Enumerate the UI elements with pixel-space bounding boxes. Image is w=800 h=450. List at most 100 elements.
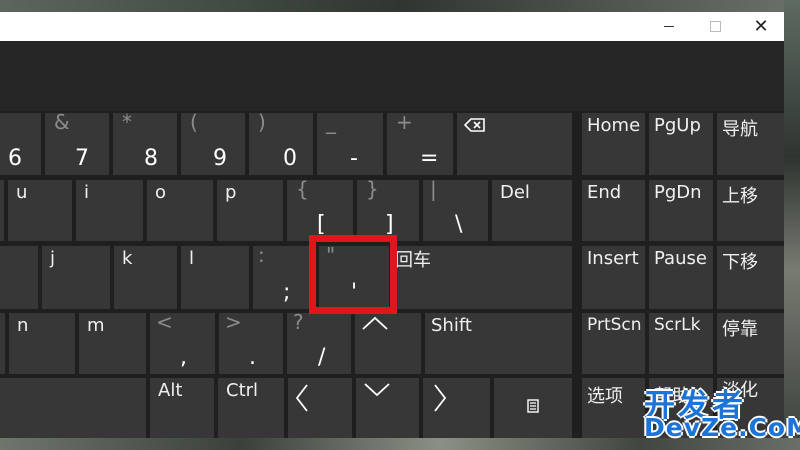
key-j-label: j xyxy=(50,248,56,269)
key-7-label: 7 xyxy=(75,146,89,171)
key-p-label: p xyxy=(225,182,237,203)
title-bar: ✕ xyxy=(0,12,784,41)
key-backslash[interactable]: | \ xyxy=(423,177,488,241)
key-period-shift-label: > xyxy=(225,310,242,334)
key-minus[interactable]: _ - xyxy=(317,110,383,175)
key-comma[interactable]: < , xyxy=(150,310,215,374)
key-right-bracket[interactable]: } ] xyxy=(357,177,419,241)
key-space[interactable] xyxy=(0,378,146,438)
key-end[interactable]: End xyxy=(582,180,645,241)
key-9[interactable]: ( 9 xyxy=(181,110,245,175)
key-enter-label: 回车 xyxy=(395,250,431,271)
key-0-label: 0 xyxy=(283,146,297,171)
minimize-button[interactable] xyxy=(646,12,692,41)
key-semicolon[interactable]: : ; xyxy=(253,243,315,309)
key-semicolon-shift-label: : xyxy=(258,243,265,267)
key-prtscn[interactable]: PrtScn xyxy=(582,313,645,374)
key-period-label: . xyxy=(249,345,256,370)
key-u-label: u xyxy=(16,182,28,203)
key-i-label: i xyxy=(84,182,90,203)
maximize-button[interactable] xyxy=(692,12,738,41)
key-options[interactable]: 选项 xyxy=(582,378,645,438)
key-nav-label: 导航 xyxy=(722,119,758,140)
key-pgdn[interactable]: PgDn xyxy=(649,180,713,241)
close-button[interactable]: ✕ xyxy=(738,12,784,41)
key-pgup[interactable]: PgUp xyxy=(649,113,713,175)
key-n-label: n xyxy=(17,315,29,336)
key-i[interactable]: i xyxy=(76,180,143,241)
key-b[interactable] xyxy=(0,313,5,374)
backspace-icon xyxy=(464,118,485,132)
key-u[interactable]: u xyxy=(8,180,72,241)
key-9-shift-label: ( xyxy=(190,110,198,134)
key-left-arrow[interactable] xyxy=(288,378,352,438)
key-shift-right[interactable]: Shift xyxy=(425,313,572,374)
key-shift-label: Shift xyxy=(431,315,472,336)
key-alt[interactable]: Alt xyxy=(150,378,214,438)
key-pause-label: Pause xyxy=(654,248,707,269)
up-arrow-icon xyxy=(362,316,388,330)
key-8[interactable]: * 8 xyxy=(113,110,177,175)
key-right-bracket-shift-label: } xyxy=(366,177,379,201)
key-8-shift-label: * xyxy=(122,110,132,134)
key-period[interactable]: > . xyxy=(219,310,283,374)
key-scrlk[interactable]: ScrLk xyxy=(649,313,713,374)
key-left-bracket-shift-label: { xyxy=(296,177,309,201)
key-k[interactable]: k xyxy=(114,246,177,309)
key-equals-label: = xyxy=(420,146,439,171)
key-up-arrow[interactable] xyxy=(355,313,421,374)
key-o[interactable]: o xyxy=(147,180,213,241)
watermark: 开发者 DevZe.CoM xyxy=(640,380,800,446)
key-y[interactable] xyxy=(0,180,4,241)
key-equals-shift-label: + xyxy=(396,110,413,134)
key-move-down-label: 下移 xyxy=(722,252,758,273)
key-move-up[interactable]: 上移 xyxy=(717,180,784,241)
key-dock-label: 停靠 xyxy=(722,319,758,340)
key-end-label: End xyxy=(587,182,622,203)
key-pgup-label: PgUp xyxy=(654,115,701,136)
key-right-arrow[interactable] xyxy=(423,378,490,438)
key-right-bracket-label: ] xyxy=(385,212,394,237)
left-arrow-icon xyxy=(295,384,308,412)
highlight-box xyxy=(309,235,397,314)
key-l-label: l xyxy=(189,248,195,269)
key-7[interactable]: & 7 xyxy=(45,110,109,175)
key-slash[interactable]: ? / xyxy=(287,310,351,374)
key-home-label: Home xyxy=(587,115,641,136)
key-7-shift-label: & xyxy=(54,110,70,134)
key-n[interactable]: n xyxy=(9,313,75,374)
key-h[interactable] xyxy=(0,246,38,309)
key-p[interactable]: p xyxy=(217,180,283,241)
key-6[interactable]: 6 xyxy=(0,113,41,175)
key-slash-label: / xyxy=(318,345,326,370)
key-pgdn-label: PgDn xyxy=(654,182,702,203)
key-j[interactable]: j xyxy=(42,246,110,309)
minimize-icon xyxy=(664,26,674,27)
key-m-label: m xyxy=(87,315,105,336)
key-left-bracket[interactable]: { [ xyxy=(287,177,353,241)
key-down-arrow[interactable] xyxy=(356,378,419,438)
key-move-down[interactable]: 下移 xyxy=(717,246,784,309)
key-dock[interactable]: 停靠 xyxy=(717,313,784,374)
key-l[interactable]: l xyxy=(181,246,249,309)
key-prtscn-label: PrtScn xyxy=(587,315,642,335)
key-scrlk-label: ScrLk xyxy=(654,315,701,335)
key-backspace[interactable] xyxy=(457,113,572,175)
key-insert[interactable]: Insert xyxy=(582,246,645,309)
key-enter[interactable]: 回车 xyxy=(393,246,572,309)
key-menu[interactable] xyxy=(494,378,572,438)
key-comma-shift-label: < xyxy=(156,310,173,334)
key-equals[interactable]: + = xyxy=(387,110,453,175)
key-insert-label: Insert xyxy=(587,248,639,269)
key-minus-label: - xyxy=(350,146,358,171)
key-0[interactable]: ) 0 xyxy=(249,110,313,175)
key-ctrl[interactable]: Ctrl xyxy=(218,378,284,438)
key-m[interactable]: m xyxy=(79,313,146,374)
key-8-label: 8 xyxy=(144,146,158,171)
key-pause[interactable]: Pause xyxy=(649,246,713,309)
watermark-line-2: DevZe.CoM xyxy=(644,413,800,442)
key-home[interactable]: Home xyxy=(582,113,645,175)
close-icon: ✕ xyxy=(753,16,769,37)
key-nav[interactable]: 导航 xyxy=(717,113,784,175)
key-del[interactable]: Del xyxy=(492,180,572,241)
